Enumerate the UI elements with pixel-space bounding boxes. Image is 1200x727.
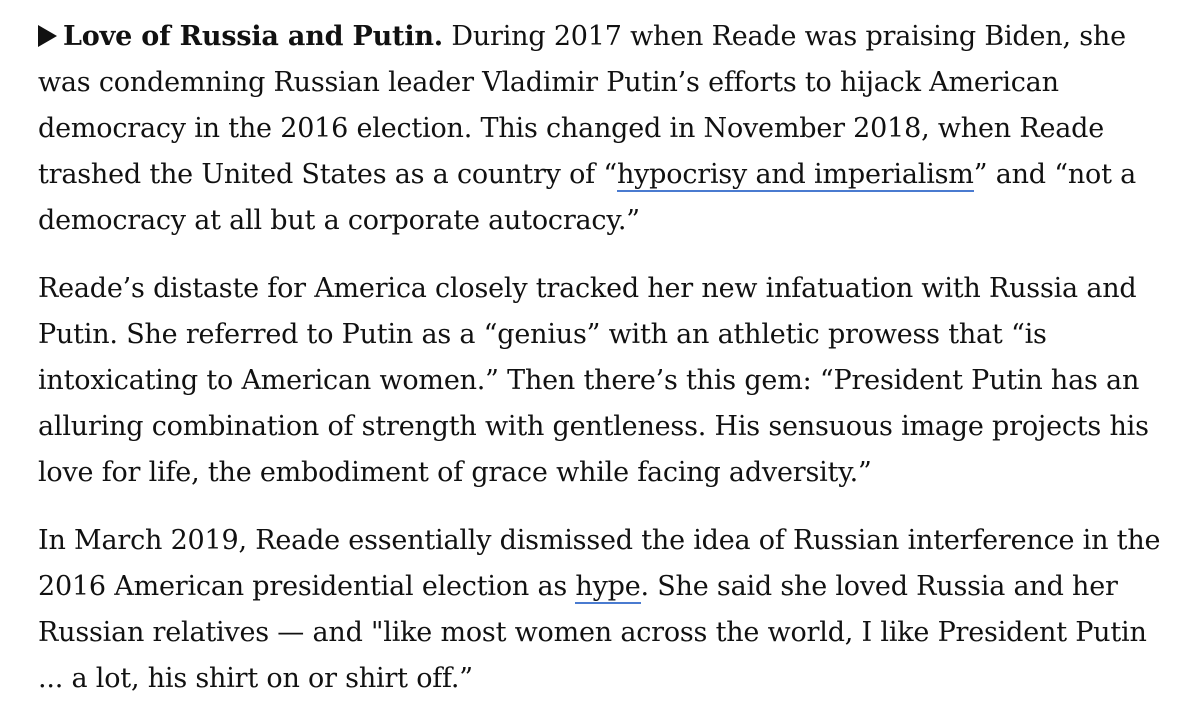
article-body: Love of Russia and Putin. During 2017 wh… — [38, 14, 1178, 724]
link-hypocrisy-and-imperialism[interactable]: hypocrisy and imperialism — [616, 159, 974, 192]
link-hype[interactable]: hype — [575, 571, 641, 604]
paragraph-text: Reade’s distaste for America closely tra… — [38, 273, 1149, 488]
paragraph-russia-putin: Love of Russia and Putin. During 2017 wh… — [38, 14, 1178, 244]
paragraph-distaste: Reade’s distaste for America closely tra… — [38, 266, 1178, 496]
section-lead: Love of Russia and Putin. — [63, 21, 444, 52]
triangle-right-icon — [38, 25, 57, 47]
paragraph-march-2019: In March 2019, Reade essentially dismiss… — [38, 518, 1178, 702]
